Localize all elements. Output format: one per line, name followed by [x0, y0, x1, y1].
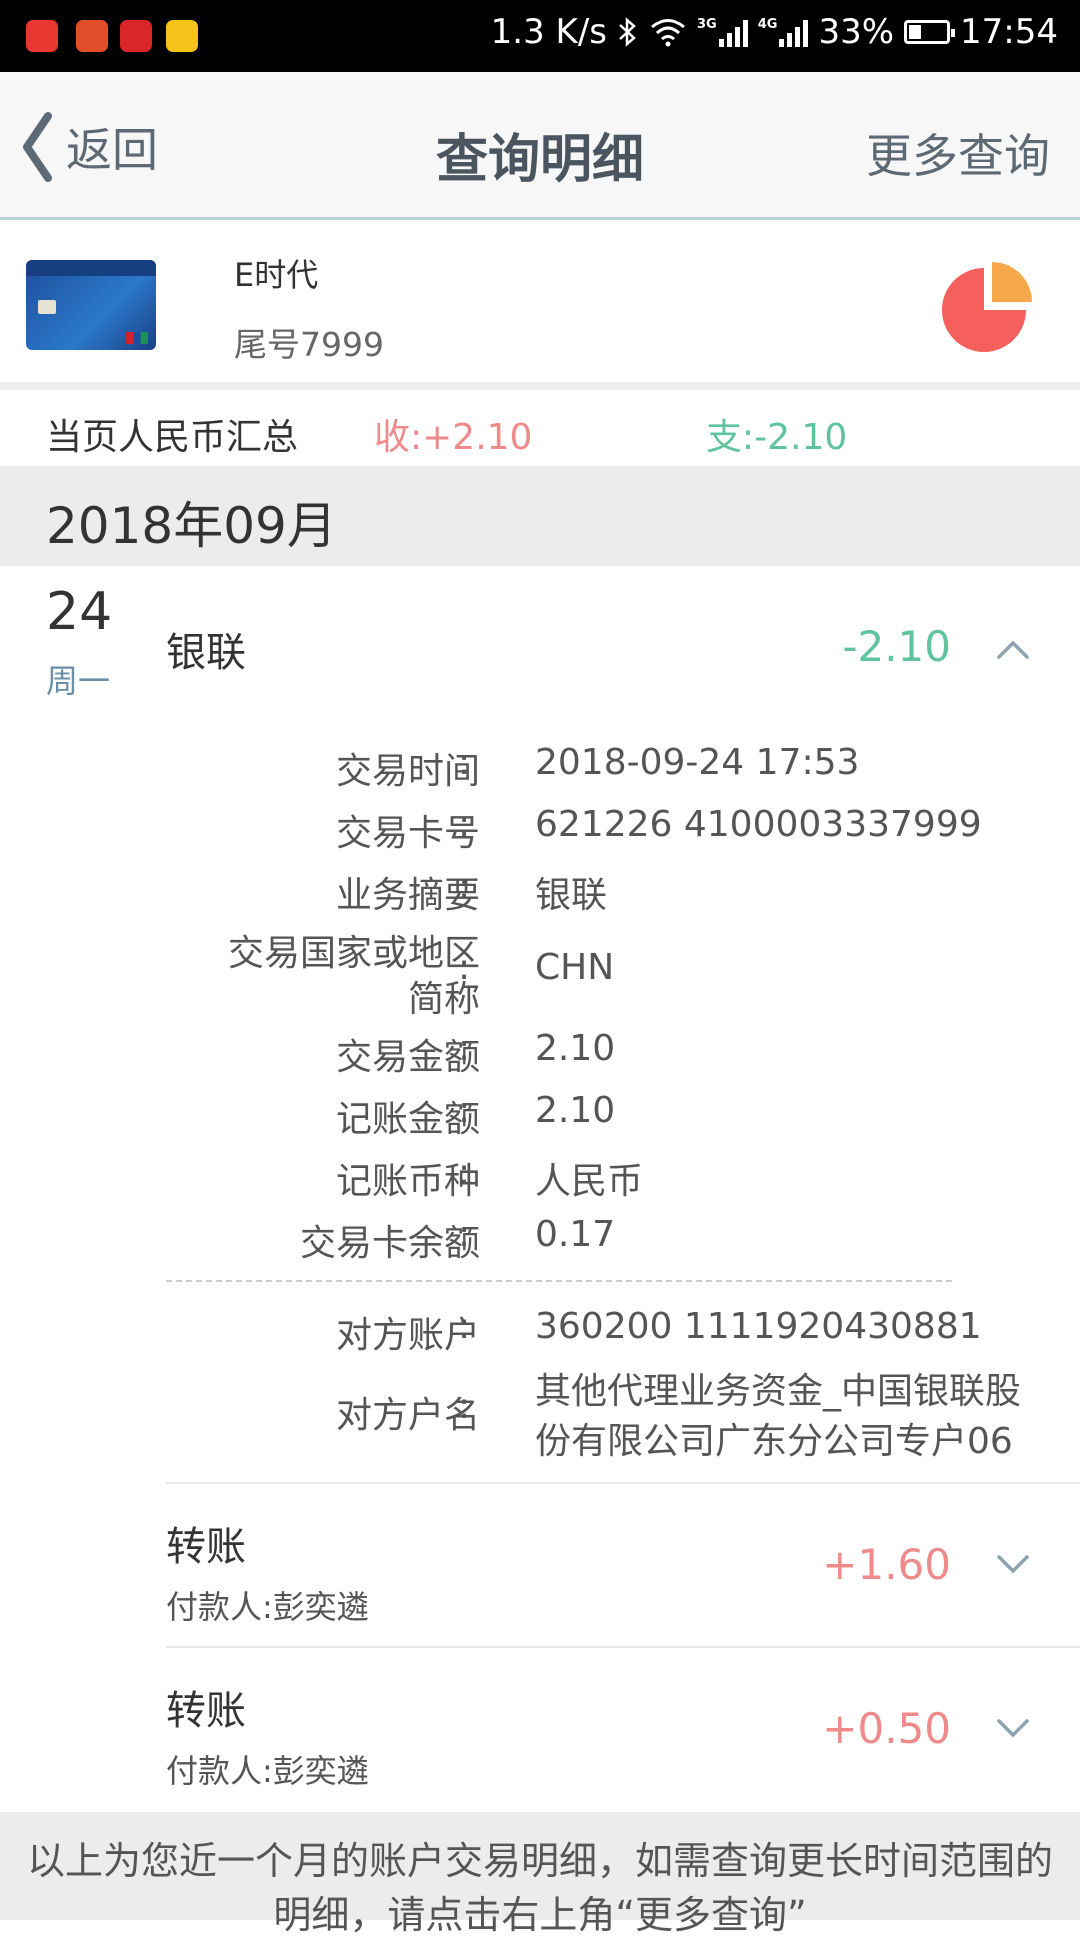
card-tail-number: 尾号7999 [234, 325, 384, 364]
more-query-button[interactable]: 更多查询 [866, 120, 1050, 186]
transaction-title: 转账 [166, 1688, 246, 1734]
transaction-row-2[interactable]: 转账 付款人:彭奕遴 +1.60 [166, 1484, 1066, 1646]
transaction-title: 银联 [166, 630, 246, 676]
app-icon-3 [120, 20, 152, 52]
detail-value: 2018-09-24 17:53 [535, 742, 860, 783]
detail-value: 人民币 [535, 1161, 644, 1202]
detail-value: CHN [535, 947, 615, 988]
network-speed: 1.3 K/s [490, 12, 607, 52]
signal-3g-icon [718, 17, 748, 47]
summary-row: 当页人民币汇总 收:+2.10 支:-2.10 [0, 390, 1080, 466]
month-label: 2018年09月 [46, 497, 337, 555]
chevron-down-icon[interactable] [996, 1718, 1030, 1740]
detail-value: 0.17 [535, 1214, 616, 1255]
transaction-row-1[interactable]: 银联 -2.10 [166, 610, 1066, 690]
detail-label: 交易卡余额 [299, 1223, 480, 1264]
wifi-icon [651, 19, 685, 47]
bank-card-image [26, 260, 156, 350]
footer-notice: 以上为您近一个月的账户交易明细，如需查询更长时间范围的明细，请点击右上角“更多查… [0, 1812, 1080, 1937]
transaction-amount: +0.50 [822, 1704, 951, 1753]
chevron-down-icon[interactable] [996, 1554, 1030, 1576]
card-name: E时代 [234, 256, 319, 294]
detail-value: 360200 1111920430881 [535, 1306, 982, 1347]
month-header: 2018年09月 [0, 466, 1080, 566]
summary-income: 收:+2.10 [374, 417, 533, 458]
detail-value: 2.10 [535, 1090, 616, 1131]
clock: 17:54 [960, 12, 1058, 52]
transaction-amount: +1.60 [822, 1540, 951, 1589]
detail-value: 2.10 [535, 1028, 616, 1069]
app-icon-4 [166, 20, 198, 52]
day-date: 24 [46, 582, 113, 642]
transaction-row-3[interactable]: 转账 付款人:彭奕遴 +0.50 [166, 1648, 1066, 1810]
day-weekday: 周一 [46, 662, 111, 700]
transaction-title: 转账 [166, 1524, 246, 1570]
summary-expense: 支:-2.10 [706, 417, 848, 458]
detail-value: 其他代理业务资金_中国银联股 [535, 1371, 1022, 1412]
detail-value: 份有限公司广东分公司专户06 [535, 1421, 1013, 1462]
transaction-amount: -2.10 [842, 622, 951, 671]
status-indicators: 1.3 K/s 3G 4G 33% 17:54 [491, 12, 1058, 52]
card-info: E时代 尾号7999 [0, 222, 1080, 390]
detail-label: 交易国家或地区 [227, 933, 480, 974]
battery-percent: 33% [818, 12, 895, 52]
network-3g-label: 3G [697, 17, 717, 32]
bluetooth-icon [619, 17, 636, 47]
footer-text: 以上为您近一个月的账户交易明细，如需查询更长时间范围的明细，请点击右上角“更多查… [26, 1839, 1053, 1937]
transaction-payer: 付款人:彭奕遴 [166, 1752, 369, 1790]
detail-value: 621226 4100003337999 [535, 804, 982, 845]
app-icon-2 [76, 20, 108, 52]
detail-value: 银联 [535, 875, 608, 916]
status-bar: 1.3 K/s 3G 4G 33% 17:54 [0, 0, 1080, 72]
transaction-payer: 付款人:彭奕遴 [166, 1588, 369, 1626]
network-4g-label: 4G [757, 17, 778, 32]
nav-header: 返回 查询明细 更多查询 [0, 72, 1080, 220]
chevron-up-icon[interactable] [996, 638, 1030, 660]
summary-label: 当页人民币汇总 [46, 417, 299, 458]
dashed-divider [166, 1280, 952, 1282]
app-icon-1 [26, 20, 58, 52]
signal-4g-icon [779, 17, 809, 47]
battery-icon [904, 20, 956, 44]
pie-chart-icon[interactable] [942, 262, 1034, 354]
